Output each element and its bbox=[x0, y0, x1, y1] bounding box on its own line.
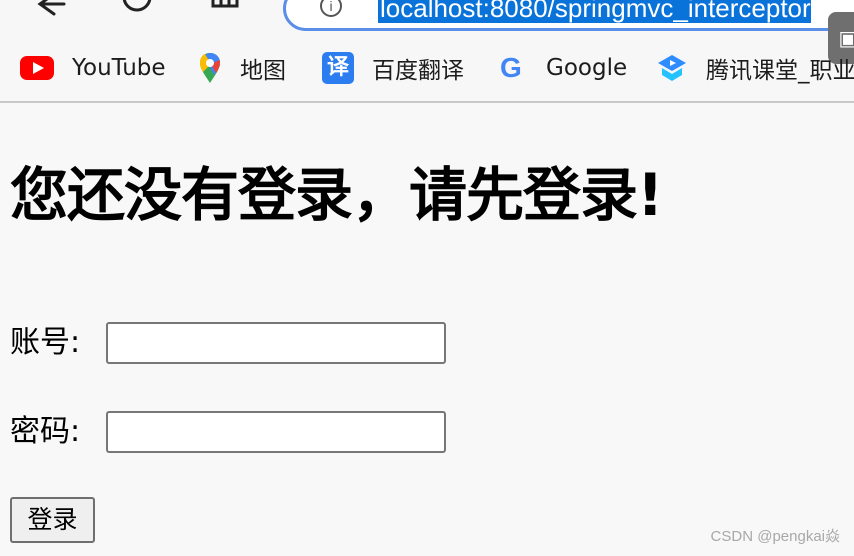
page-title: 您还没有登录，请先登录! bbox=[10, 161, 663, 229]
url-text[interactable]: localhost:8080/springmvc_interceptor bbox=[378, 0, 811, 23]
bookmark-baidu-translate[interactable]: 译 百度翻译 bbox=[322, 46, 464, 90]
bookmark-tencent-classroom[interactable]: 腾讯课堂_职业 bbox=[656, 46, 854, 90]
account-label: 账号: bbox=[10, 325, 81, 360]
bookmark-map[interactable]: 地图 bbox=[198, 46, 286, 90]
bookmarks-bar: YouTube 地图 译 百度翻译 G Google 腾讯课堂_职业 bbox=[0, 46, 854, 90]
home-icon[interactable] bbox=[208, 0, 242, 18]
youtube-icon bbox=[20, 56, 54, 80]
login-button[interactable]: 登录 bbox=[10, 497, 95, 543]
browser-toolbar: i localhost:8080/springmvc_interceptor ▣… bbox=[0, 0, 854, 103]
account-row: 账号: bbox=[10, 320, 470, 366]
map-pin-icon bbox=[198, 52, 222, 84]
password-row: 密码: bbox=[10, 409, 470, 455]
translate-icon: 译 bbox=[322, 52, 354, 84]
bookmark-label: 腾讯课堂_职业 bbox=[706, 58, 854, 84]
refresh-icon[interactable] bbox=[120, 0, 154, 18]
bookmark-label: 百度翻译 bbox=[372, 58, 464, 84]
account-input[interactable] bbox=[106, 322, 446, 364]
bookmark-label: 地图 bbox=[240, 58, 286, 84]
password-label: 密码: bbox=[10, 414, 81, 449]
watermark: CSDN @pengkai焱 bbox=[710, 528, 840, 545]
bookmark-youtube[interactable]: YouTube bbox=[20, 46, 166, 90]
bookmark-google[interactable]: G Google bbox=[500, 46, 627, 90]
bookmark-label: YouTube bbox=[72, 55, 166, 81]
info-icon[interactable]: i bbox=[320, 0, 342, 17]
address-bar[interactable]: i localhost:8080/springmvc_interceptor bbox=[283, 0, 854, 31]
bookmark-label: Google bbox=[546, 55, 628, 81]
back-arrow-icon[interactable] bbox=[32, 0, 66, 18]
password-input[interactable] bbox=[106, 411, 446, 453]
google-icon: G bbox=[500, 52, 522, 83]
tencent-classroom-icon bbox=[656, 53, 688, 83]
